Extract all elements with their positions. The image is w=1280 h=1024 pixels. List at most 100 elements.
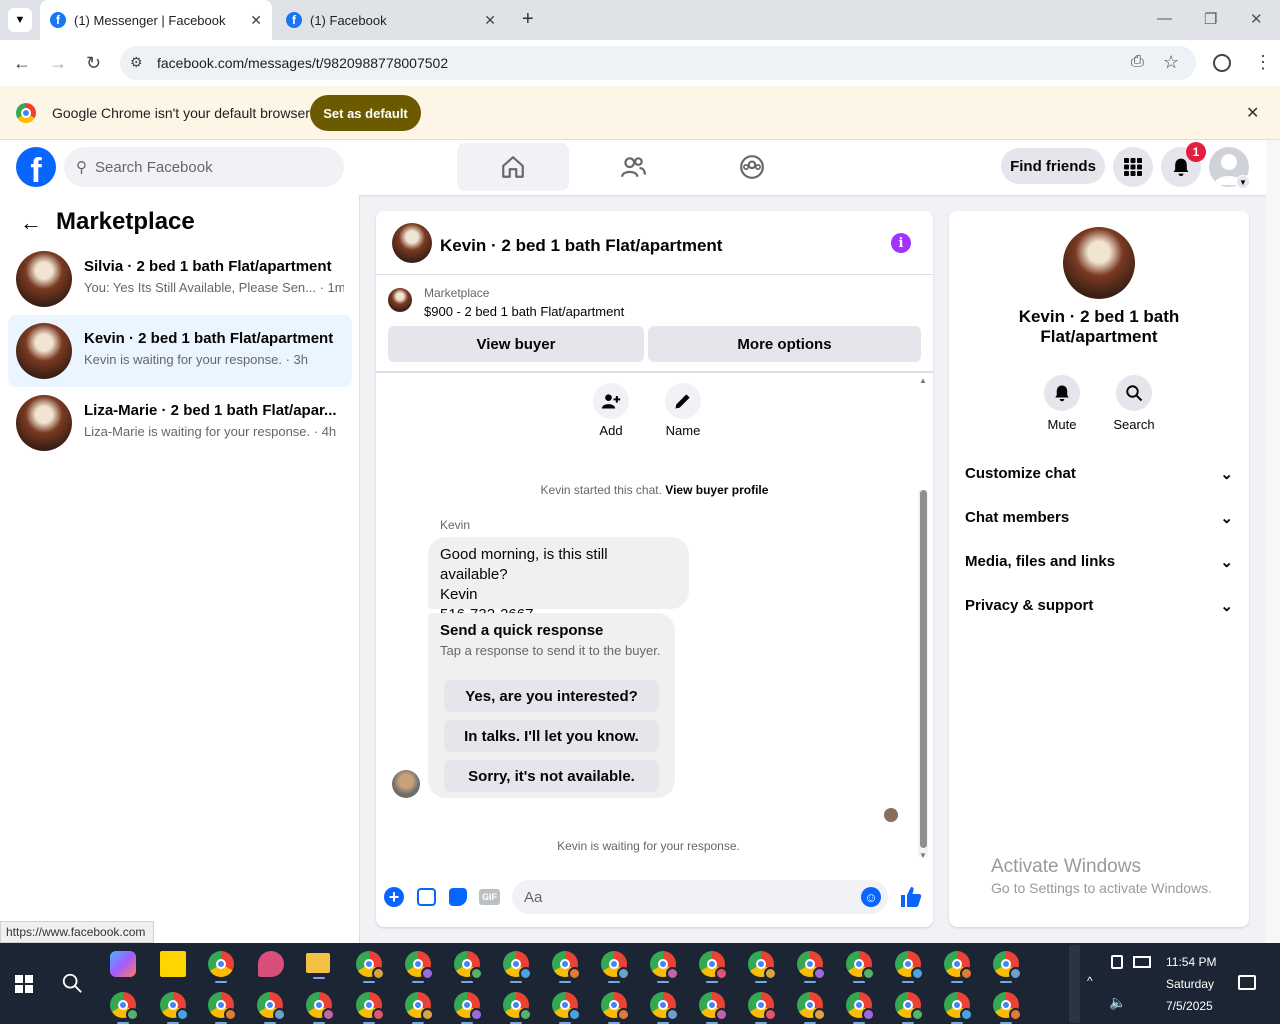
taskbar-search-icon[interactable]	[61, 972, 83, 994]
set-as-default-button[interactable]: Set as default	[310, 95, 421, 131]
chrome-taskbar-icon[interactable]	[748, 951, 777, 983]
more-options-button[interactable]: More options	[648, 326, 921, 362]
chrome-taskbar-icon[interactable]	[846, 992, 875, 1024]
nav-groups[interactable]	[696, 143, 808, 191]
conversation-item-silvia[interactable]: Silvia · 2 bed 1 bath Flat/apartment You…	[8, 243, 352, 315]
volume-icon[interactable]: 🔈	[1109, 994, 1126, 1011]
chrome-taskbar-icon[interactable]	[846, 951, 875, 983]
scroll-down-icon[interactable]: ▼	[919, 851, 927, 860]
windows-start-icon[interactable]	[15, 975, 33, 993]
bookmark-star-icon[interactable]: ☆	[1163, 52, 1179, 73]
chrome-taskbar-icon[interactable]	[454, 951, 483, 983]
customize-chat-section[interactable]: Customize chat ⌄	[965, 465, 1233, 483]
chrome-taskbar-icon[interactable]	[503, 992, 532, 1024]
privacy-support-section[interactable]: Privacy & support ⌄	[965, 597, 1233, 615]
file-explorer-icon[interactable]	[306, 953, 330, 979]
clock-date[interactable]: 7/5/2025	[1166, 999, 1213, 1013]
chrome-taskbar-icon[interactable]	[699, 951, 728, 983]
mute-button[interactable]	[1044, 375, 1080, 411]
chrome-taskbar-icon[interactable]	[650, 951, 679, 983]
show-hidden-icons-icon[interactable]: ^	[1087, 974, 1093, 988]
chrome-taskbar-icon[interactable]	[405, 992, 434, 1024]
tab-facebook[interactable]: f (1) Facebook ✕	[276, 0, 508, 40]
menu-grid-button[interactable]	[1113, 147, 1153, 187]
facebook-search-input[interactable]: ⚲ Search Facebook	[64, 147, 344, 187]
chrome-taskbar-icon[interactable]	[110, 992, 139, 1024]
reload-icon[interactable]: ↻	[86, 53, 101, 74]
account-chevron-icon[interactable]: ▼	[1236, 175, 1250, 189]
view-buyer-profile-link[interactable]: View buyer profile	[665, 483, 768, 497]
edit-name-button[interactable]	[665, 383, 701, 419]
snipping-tool-icon[interactable]	[258, 951, 284, 977]
chrome-taskbar-icon[interactable]	[503, 951, 532, 983]
chat-members-section[interactable]: Chat members ⌄	[965, 509, 1233, 527]
back-icon[interactable]: ←	[13, 53, 31, 74]
clock-day[interactable]: Saturday	[1166, 977, 1214, 991]
listing-price-title[interactable]: $900 - 2 bed 1 bath Flat/apartment	[424, 304, 624, 319]
chrome-taskbar-icon[interactable]	[601, 992, 630, 1024]
network-icon[interactable]	[1133, 956, 1151, 968]
tab-messenger[interactable]: f (1) Messenger | Facebook ✕	[40, 0, 272, 40]
minimize-icon[interactable]: —	[1157, 10, 1172, 27]
chrome-taskbar-icon[interactable]	[797, 992, 826, 1024]
gif-icon[interactable]: GIF	[479, 889, 500, 905]
chrome-taskbar-icon[interactable]	[797, 951, 826, 983]
copilot-icon[interactable]	[110, 951, 136, 977]
info-icon[interactable]: i	[891, 233, 911, 253]
sticky-notes-icon[interactable]	[160, 951, 186, 977]
close-tab-icon[interactable]: ✕	[484, 12, 496, 29]
chrome-taskbar-icon[interactable]	[601, 951, 630, 983]
clock-time[interactable]: 11:54 PM	[1166, 955, 1216, 969]
scroll-up-icon[interactable]: ▲	[919, 376, 927, 385]
photo-icon[interactable]	[417, 888, 436, 906]
conversation-item-liza-marie[interactable]: Liza-Marie · 2 bed 1 bath Flat/apar... L…	[8, 387, 352, 459]
info-listing-thumbnail[interactable]	[1063, 227, 1135, 299]
conversation-item-kevin[interactable]: Kevin · 2 bed 1 bath Flat/apartment Kevi…	[8, 315, 352, 387]
notification-center-icon[interactable]	[1238, 975, 1256, 990]
sticker-icon[interactable]	[449, 888, 467, 906]
device-icon[interactable]	[1111, 955, 1123, 969]
chrome-taskbar-icon[interactable]	[405, 951, 434, 983]
chrome-taskbar-icon[interactable]	[699, 992, 728, 1024]
page-scrollbar[interactable]	[1266, 140, 1280, 943]
search-chat-button[interactable]	[1116, 375, 1152, 411]
tab-search-chevron-icon[interactable]: ▼	[8, 8, 32, 32]
chat-scrollbar-thumb[interactable]	[920, 490, 927, 848]
taskbar-scroll[interactable]	[1069, 945, 1080, 1023]
plus-icon[interactable]: +	[384, 887, 404, 907]
chrome-taskbar-icon[interactable]	[993, 951, 1022, 983]
add-person-button[interactable]	[593, 383, 629, 419]
facebook-logo-icon[interactable]: f	[16, 147, 56, 187]
chrome-taskbar-icon[interactable]	[208, 992, 237, 1024]
nav-friends[interactable]	[577, 143, 689, 191]
close-tab-icon[interactable]: ✕	[250, 12, 262, 29]
chat-listing-thumbnail[interactable]	[392, 223, 432, 263]
profile-icon[interactable]	[1213, 54, 1231, 72]
chrome-taskbar-icon[interactable]	[895, 992, 924, 1024]
nav-home[interactable]	[457, 143, 569, 191]
url-text[interactable]: facebook.com/messages/t/9820988778007502	[157, 55, 448, 71]
install-app-icon[interactable]: ⎙	[1131, 53, 1144, 71]
chrome-taskbar-icon[interactable]	[356, 951, 385, 983]
thumbs-up-icon[interactable]	[899, 885, 923, 909]
back-arrow-icon[interactable]: ←	[20, 210, 42, 236]
chrome-taskbar-icon[interactable]	[748, 992, 777, 1024]
quick-reply-not-available-button[interactable]: Sorry, it's not available.	[444, 760, 659, 792]
quick-reply-yes-button[interactable]: Yes, are you interested?	[444, 680, 659, 712]
window-close-icon[interactable]: ✕	[1250, 10, 1263, 28]
chrome-taskbar-icon[interactable]	[944, 951, 973, 983]
sender-avatar[interactable]	[392, 770, 420, 798]
chrome-taskbar-icon[interactable]	[895, 951, 924, 983]
site-info-icon[interactable]: ⚙	[130, 54, 143, 71]
emoji-icon[interactable]: ☺	[861, 887, 881, 907]
quick-reply-in-talks-button[interactable]: In talks. I'll let you know.	[444, 720, 659, 752]
chrome-taskbar-icon[interactable]	[552, 992, 581, 1024]
chrome-taskbar-icon[interactable]	[208, 951, 234, 983]
chrome-taskbar-icon[interactable]	[356, 992, 385, 1024]
chrome-taskbar-icon[interactable]	[993, 992, 1022, 1024]
infobar-close-icon[interactable]: ✕	[1246, 103, 1259, 123]
new-tab-icon[interactable]: +	[522, 8, 534, 31]
media-files-links-section[interactable]: Media, files and links ⌄	[965, 553, 1233, 571]
chrome-taskbar-icon[interactable]	[944, 992, 973, 1024]
chat-title[interactable]: Kevin · 2 bed 1 bath Flat/apartment	[440, 236, 722, 256]
